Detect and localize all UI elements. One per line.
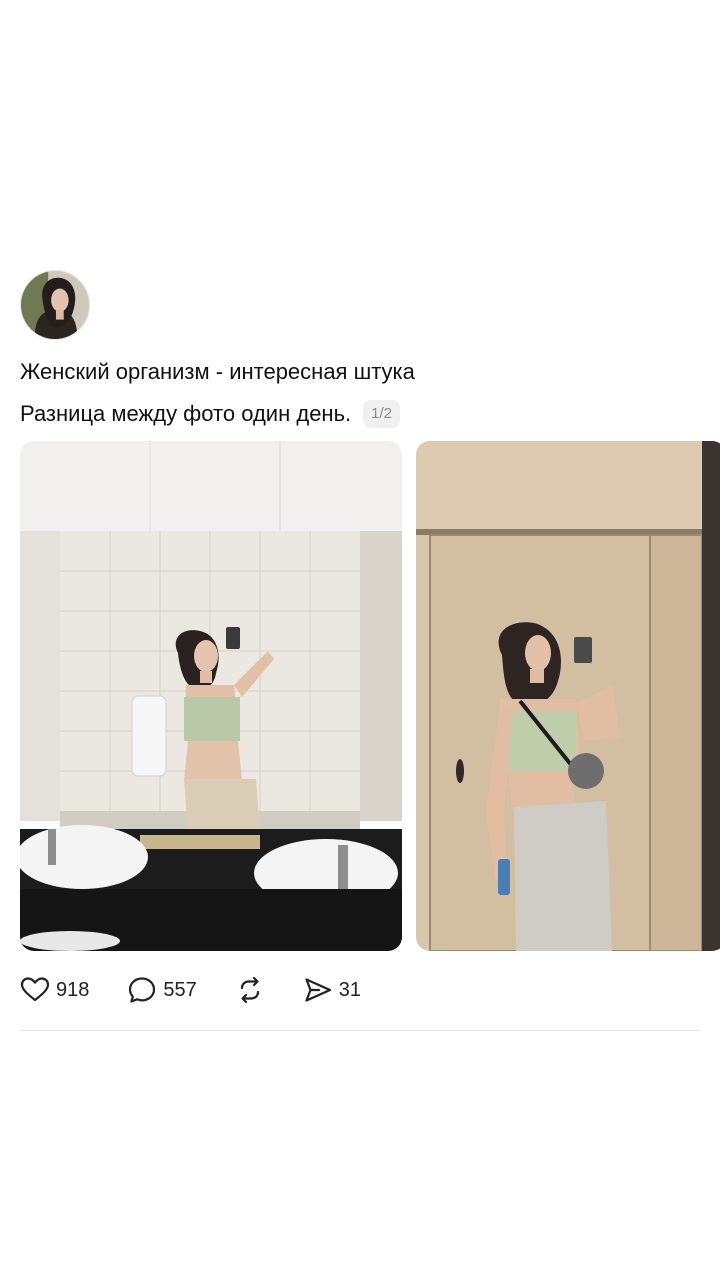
mirror-selfie-photo-icon <box>416 441 720 951</box>
share-button[interactable]: 31 <box>303 975 361 1005</box>
photo-carousel[interactable] <box>20 441 720 951</box>
repost-icon <box>240 976 259 1004</box>
repost-button[interactable] <box>235 975 265 1005</box>
comment-icon <box>129 977 156 1003</box>
avatar[interactable] <box>20 270 90 340</box>
heart-icon <box>20 977 50 1002</box>
carousel-counter: 1/2 <box>363 400 401 428</box>
page: Женский организм - интересная штука Разн… <box>0 0 720 1280</box>
photo-2[interactable] <box>416 441 720 951</box>
post-actions: 918 557 31 <box>20 971 399 1009</box>
share-count: 31 <box>338 978 361 1001</box>
post-text-line-1: Женский организм - интересная штука <box>20 359 415 384</box>
like-count: 918 <box>56 978 90 1001</box>
comment-button[interactable]: 557 <box>127 975 197 1005</box>
user-avatar-icon <box>21 271 89 339</box>
post-text-row-2: Разница между фото один день. 1/2 <box>20 398 401 430</box>
like-button[interactable]: 918 <box>20 975 89 1005</box>
divider <box>20 1030 700 1031</box>
send-icon <box>305 978 331 1002</box>
comment-count: 557 <box>163 978 197 1001</box>
mirror-selfie-photo-icon <box>20 441 402 951</box>
post-text-line-2: Разница между фото один день. <box>20 401 352 426</box>
post-card: Женский организм - интересная штука Разн… <box>0 236 720 1032</box>
photo-1[interactable] <box>20 441 402 951</box>
